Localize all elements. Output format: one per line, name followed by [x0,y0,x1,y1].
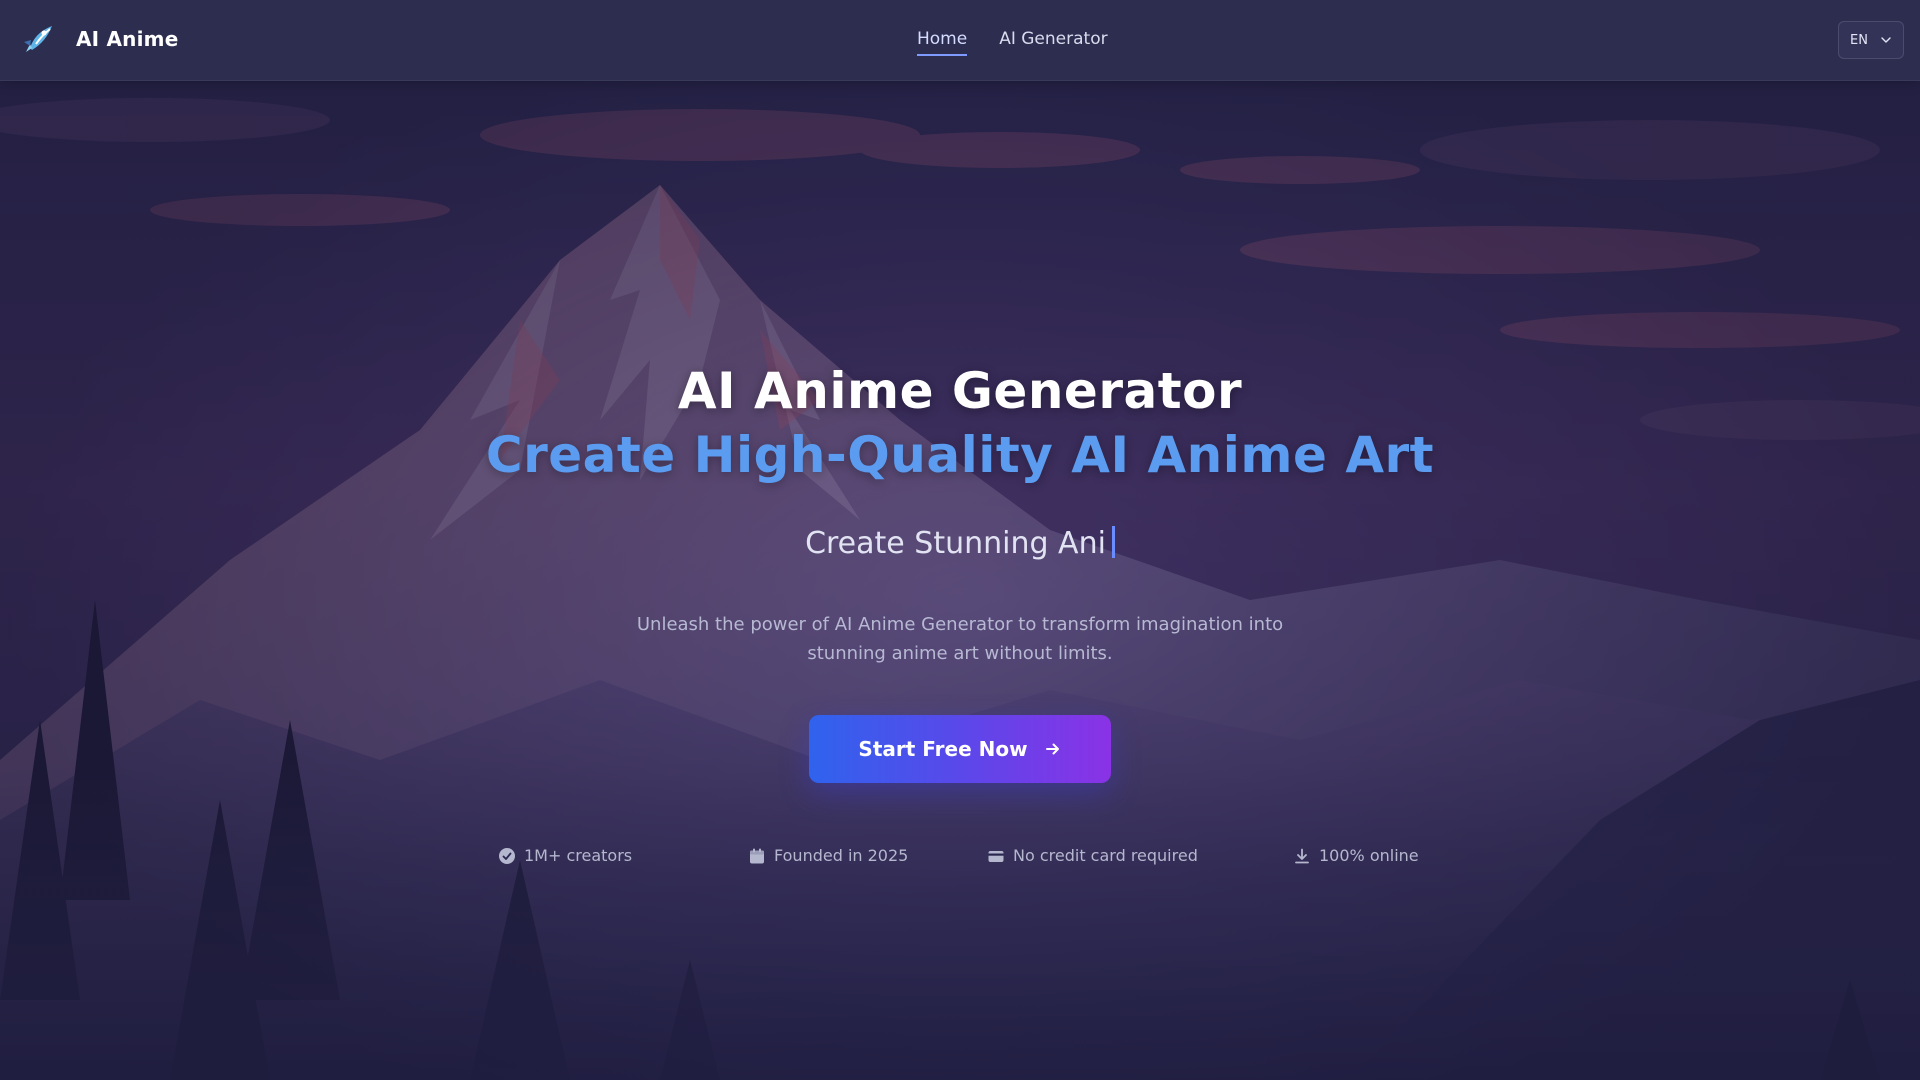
trust-stats: 1M+ creators Founded in 2025 No credit c… [0,846,1920,872]
brand-name: AI Anime [76,27,179,51]
hero-description: Unleash the power of AI Anime Generator … [610,610,1310,668]
stat-label: 1M+ creators [524,846,633,865]
top-navbar: AI Anime Home AI Generator EN [0,0,1920,81]
stat-founded: Founded in 2025 [748,846,908,865]
hero-description-line-2: stunning anime art without limits. [807,643,1113,664]
credit-card-icon [988,850,1004,862]
typewriter-label: Create Stunning Ani [805,526,1106,561]
typing-caret [1111,526,1115,558]
typewriter-text: Create Stunning Ani [0,526,1920,561]
download-icon [1295,848,1309,863]
stat-no-credit-card: No credit card required [987,846,1198,865]
language-selector[interactable]: EN [1838,21,1904,59]
hero-description-line-1: Unleash the power of AI Anime Generator … [636,614,1284,635]
hero-subtitle: Create High-Quality AI Anime Art [485,426,1435,484]
arrow-right-icon [1045,743,1059,755]
calendar-icon [750,848,764,863]
nav-link-ai-generator[interactable]: AI Generator [999,28,1107,56]
stat-creators: 1M+ creators [498,846,632,865]
stat-label: 100% online [1319,846,1419,865]
stat-label: No credit card required [1013,846,1198,865]
landing-page: AI Anime Home AI Generator EN AI Anime G… [0,0,1920,1080]
rocket-logo-icon [24,26,52,52]
start-free-now-button[interactable]: Start Free Now [809,715,1111,783]
chevron-down-icon [1881,37,1891,43]
brand[interactable]: AI Anime [22,22,178,56]
language-label: EN [1850,32,1868,48]
hero-title: AI Anime Generator [677,362,1243,420]
stat-online: 100% online [1293,846,1419,865]
cta-label: Start Free Now [858,737,1028,761]
hero-section: AI Anime Generator Create High-Quality A… [0,0,1920,1080]
main-nav: Home AI Generator [917,28,1108,56]
check-circle-icon [499,847,515,864]
nav-link-home[interactable]: Home [917,28,968,56]
stat-label: Founded in 2025 [774,846,909,865]
